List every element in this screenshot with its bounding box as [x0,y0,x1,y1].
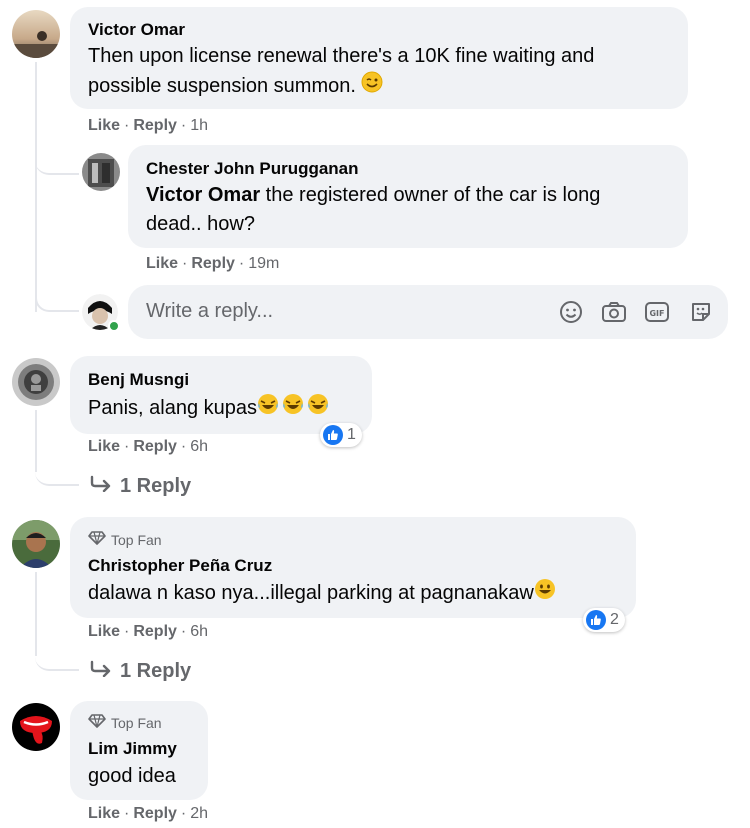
thread-branch [35,285,79,312]
reaction-number: 2 [610,611,619,628]
reply-button[interactable]: Reply [133,623,177,641]
wink-emoji-icon [361,71,383,102]
reply-text-line2: dead.. how? [146,213,255,235]
reply-input-placeholder: Write a reply... [146,300,274,322]
gif-icon[interactable]: GIF [644,299,670,325]
timestamp[interactable]: 1h [190,117,208,135]
emoji-icon[interactable] [558,299,584,325]
top-fan-label: Top Fan [111,531,162,548]
comment-text: dalawa n kaso nya...illegal parking at p… [88,578,556,609]
like-button[interactable]: Like [88,805,120,823]
comment-text: Then upon license renewal there's a 10K … [88,42,594,102]
top-fan-badge[interactable]: Top Fan [88,714,162,731]
view-replies-label: 1 Reply [120,659,192,682]
view-replies-link[interactable]: 1 Reply [90,659,191,683]
timestamp[interactable]: 19m [248,255,279,273]
reply-arrow-icon [90,659,112,683]
like-button[interactable]: Like [88,438,120,456]
avatar-chester-john[interactable] [82,153,120,191]
like-button[interactable]: Like [88,623,120,641]
comment-text: Panis, alang kupas [88,393,329,424]
separator-dot: · [180,805,187,822]
avatar-current-user[interactable] [82,294,120,332]
separator-dot: · [180,438,187,455]
online-status-dot [108,320,120,332]
comment-actions: Like · Reply · 1h [88,117,208,135]
like-reaction-icon [323,425,343,445]
avatar-benj-musngi[interactable] [12,358,60,406]
thread-branch [35,460,79,486]
grinning-emoji-icon [534,578,556,609]
comment-author[interactable]: Benj Musngi [88,370,189,390]
separator-dot: · [124,117,130,134]
reply-button[interactable]: Reply [133,438,177,456]
comment-text-body: dalawa n kaso nya...illegal parking at p… [88,581,534,604]
top-fan-badge[interactable]: Top Fan [88,531,162,548]
separator-dot: · [182,255,188,272]
comment-author[interactable]: Lim Jimmy [88,739,177,759]
avatar-victor-omar[interactable] [12,10,60,58]
diamond-icon [88,531,106,548]
avatar-christopher-pena-cruz[interactable] [12,520,60,568]
sticker-icon[interactable] [688,299,714,325]
reaction-count[interactable]: 1 [320,423,362,447]
avatar-lim-jimmy[interactable] [12,703,60,751]
top-fan-label: Top Fan [111,714,162,731]
reply-text: Victor Omar the registered owner of the … [146,181,600,239]
svg-text:GIF: GIF [649,309,664,318]
reply-author[interactable]: Chester John Purugganan [146,159,359,179]
comment-text-line1: Then upon license renewal there's a 10K … [88,45,595,67]
separator-dot: · [238,255,245,272]
like-button[interactable]: Like [88,117,120,135]
comment-actions: Like · Reply · 2h [88,805,208,823]
separator-dot: · [124,623,130,640]
timestamp[interactable]: 2h [190,805,208,823]
reply-arrow-icon [90,474,112,498]
reply-button[interactable]: Reply [191,255,235,273]
mention-link[interactable]: Victor Omar [146,184,260,206]
reply-button[interactable]: Reply [133,805,177,823]
thread-line [35,62,37,312]
comment-text: good idea [88,765,176,787]
comment-text-line2: possible suspension summon. [88,74,356,97]
diamond-icon [88,714,106,731]
camera-icon[interactable] [601,299,627,325]
reply-button[interactable]: Reply [133,117,177,135]
separator-dot: · [180,623,187,640]
comment-actions: Like · Reply · 6h [88,438,208,456]
thread-branch [35,150,79,175]
timestamp[interactable]: 6h [190,623,208,641]
reaction-number: 1 [347,426,356,443]
like-reaction-icon [586,610,606,630]
comment-actions: Like · Reply · 6h [88,623,208,641]
comment-text-body: Panis, alang kupas [88,396,258,419]
separator-dot: · [180,117,187,134]
separator-dot: · [124,438,130,455]
timestamp[interactable]: 6h [190,438,208,456]
laughing-emoji-icon [257,393,329,424]
thread-branch [35,644,79,671]
reply-text-line1: the registered owner of the car is long [260,184,601,206]
reaction-count[interactable]: 2 [583,608,625,632]
separator-dot: · [124,805,130,822]
comment-author[interactable]: Christopher Peña Cruz [88,556,272,576]
view-replies-label: 1 Reply [120,474,192,497]
like-button[interactable]: Like [146,255,178,273]
comment-author[interactable]: Victor Omar [88,20,185,40]
view-replies-link[interactable]: 1 Reply [90,474,191,498]
reply-actions: Like · Reply · 19m [146,255,279,273]
